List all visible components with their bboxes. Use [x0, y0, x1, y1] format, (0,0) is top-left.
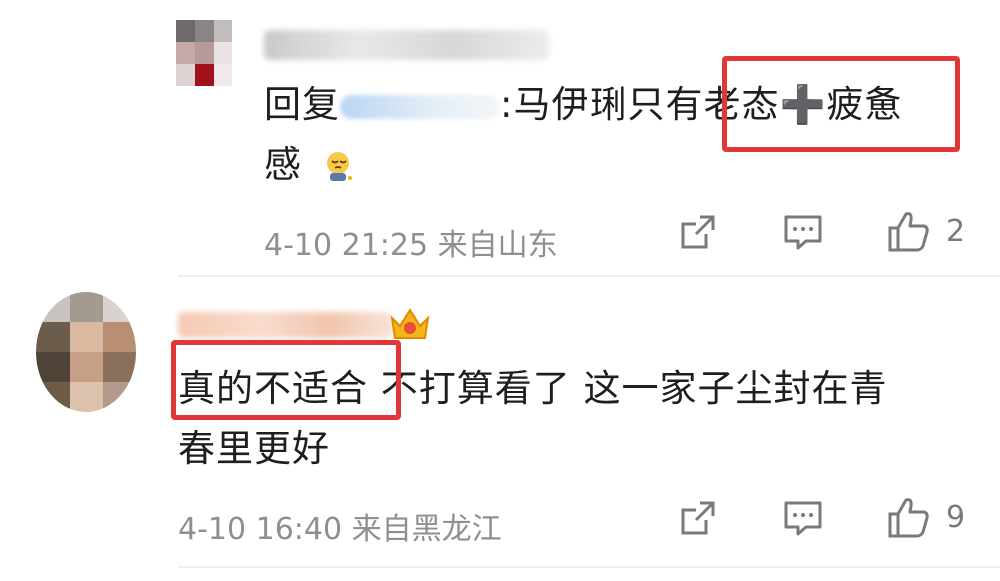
share-button[interactable] [678, 212, 718, 252]
comment-button[interactable] [782, 498, 824, 538]
share-icon [681, 215, 715, 249]
username-blurred[interactable] [178, 312, 393, 338]
pensive-emoji-icon [326, 152, 352, 181]
avatar[interactable] [36, 292, 136, 412]
divider [178, 275, 1000, 277]
comment-meta: 4-10 16:40 来自黑龙江 [178, 512, 502, 547]
comment-icon [784, 215, 822, 250]
like-icon [888, 212, 929, 252]
comment-text-line2: 春里更好 [178, 427, 330, 470]
highlight-box [171, 340, 401, 420]
share-button[interactable] [678, 498, 718, 538]
vip-crown-icon [390, 308, 430, 339]
avatar[interactable] [176, 20, 232, 86]
highlight-box [722, 56, 960, 152]
comment-text-rest: 不打算看了 这一家子尘封在青 [368, 367, 888, 410]
comment-text-line2: 感 [264, 134, 355, 196]
share-icon [681, 501, 715, 535]
divider [178, 566, 1000, 568]
username-blurred[interactable] [264, 30, 549, 60]
mentioned-user-blurred[interactable] [340, 94, 500, 119]
comment-button[interactable] [782, 212, 824, 252]
comment-meta: 4-10 21:25 来自山东 [264, 228, 558, 263]
comment-text-continuation: 感 [264, 143, 302, 186]
reply-prefix: 回复 [264, 83, 340, 126]
like-count: 9 [946, 499, 966, 535]
like-button[interactable]: 2 [886, 208, 965, 254]
like-count: 2 [946, 213, 966, 249]
like-icon [888, 498, 929, 538]
like-button[interactable]: 9 [886, 494, 965, 540]
comment-icon [784, 501, 822, 536]
